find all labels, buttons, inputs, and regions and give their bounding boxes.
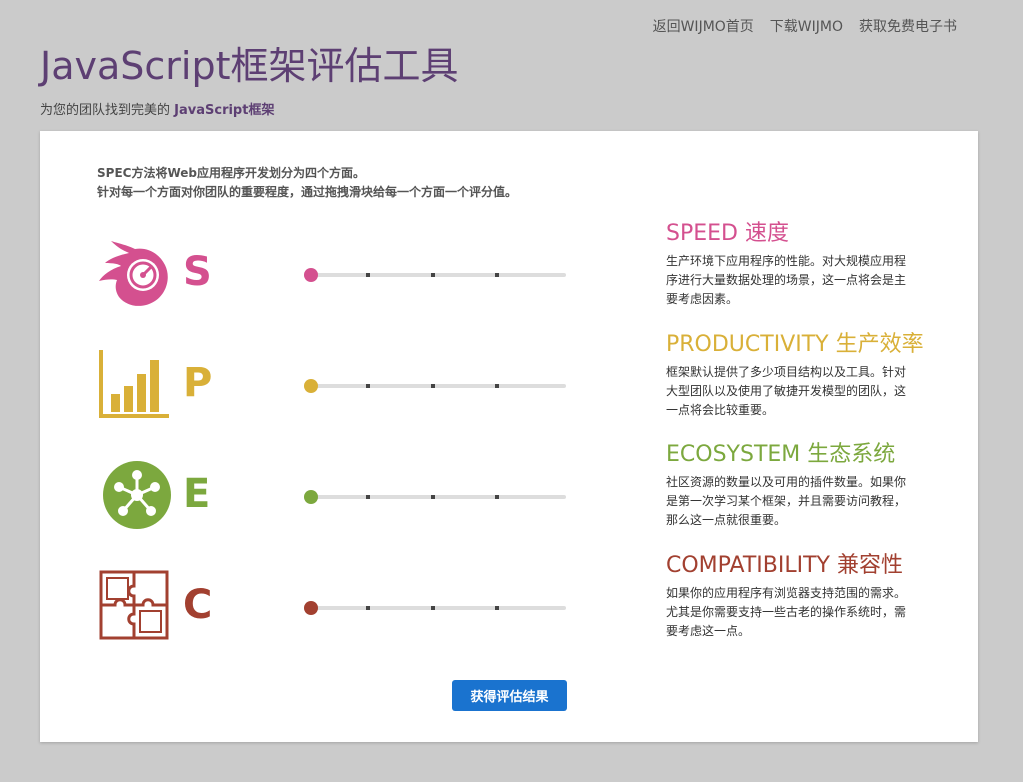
slider-handle[interactable] bbox=[304, 601, 318, 615]
aspect-text-compatibility: 如果你的应用程序有浏览器支持范围的需求。尤其是你需要支持一些古老的操作系统时，需… bbox=[666, 586, 907, 638]
home-link[interactable]: 返回WIJMO首页 bbox=[653, 16, 754, 36]
download-link[interactable]: 下载WIJMO bbox=[770, 16, 843, 36]
page-subtitle: 为您的团队找到完美的 JavaScript框架 bbox=[40, 99, 274, 118]
aspect-title-compatibility: COMPATIBILITY 兼容性 bbox=[666, 553, 903, 578]
aspect-text-ecosystem: 社区资源的数量以及可用的插件数量。如果你是第一次学习某个框架，并且需要访问教程，… bbox=[666, 475, 907, 527]
aspect-title-productivity: PRODUCTIVITY 生产效率 bbox=[666, 332, 924, 357]
top-navigation: 返回WIJMO首页 下载WIJMO 获取免费电子书 bbox=[653, 16, 957, 36]
slider-handle[interactable] bbox=[304, 379, 318, 393]
slider-tick bbox=[495, 384, 499, 388]
slider-tick bbox=[431, 384, 435, 388]
aspect-letter-productivity: P bbox=[183, 360, 213, 406]
get-results-button[interactable]: 获得评估结果 bbox=[452, 680, 567, 711]
slider-track bbox=[304, 606, 566, 610]
productivity-slider[interactable] bbox=[304, 379, 566, 393]
aspect-title-speed: SPEED 速度 bbox=[666, 221, 789, 246]
aspect-desc-compatibility: COMPATIBILITY 兼容性 如果你的应用程序有浏览器支持范围的需求。尤其… bbox=[666, 553, 926, 641]
aspect-text-productivity: 框架默认提供了多少项目结构以及工具。针对大型团队以及使用了敏捷开发模型的团队，这… bbox=[666, 365, 907, 417]
slider-tick bbox=[495, 495, 499, 499]
slider-tick bbox=[495, 606, 499, 610]
slider-handle[interactable] bbox=[304, 490, 318, 504]
speedometer-flame-icon bbox=[97, 233, 173, 313]
aspect-letter-ecosystem: E bbox=[183, 471, 211, 517]
intro-line-2: 针对每一个方面对你团队的重要程度，通过拖拽滑块给每一个方面一个评分值。 bbox=[97, 185, 518, 199]
evaluation-card: SPEC方法将Web应用程序开发划分为四个方面。 针对每一个方面对你团队的重要程… bbox=[40, 131, 978, 742]
speed-slider[interactable] bbox=[304, 268, 566, 282]
aspect-letter-compatibility: C bbox=[183, 582, 213, 628]
aspect-row-compatibility: C bbox=[97, 566, 577, 646]
bar-chart-icon bbox=[97, 344, 173, 424]
aspect-text-speed: 生产环境下应用程序的性能。对大规模应用程序进行大量数据处理的场景，这一点将会是主… bbox=[666, 254, 907, 306]
aspect-row-productivity: P bbox=[97, 344, 577, 424]
subtitle-bold: JavaScript框架 bbox=[174, 103, 275, 118]
slider-track bbox=[304, 384, 566, 388]
ebook-link[interactable]: 获取免费电子书 bbox=[859, 16, 957, 36]
page-title: JavaScript框架评估工具 bbox=[40, 44, 459, 88]
network-nodes-icon bbox=[97, 455, 173, 535]
slider-tick bbox=[431, 495, 435, 499]
compatibility-slider[interactable] bbox=[304, 601, 566, 615]
aspect-letter-speed: S bbox=[183, 249, 212, 295]
aspect-desc-productivity: PRODUCTIVITY 生产效率 框架默认提供了多少项目结构以及工具。针对大型… bbox=[666, 332, 926, 420]
slider-tick bbox=[431, 273, 435, 277]
slider-tick bbox=[366, 495, 370, 499]
aspect-row-speed: S bbox=[97, 233, 577, 313]
subtitle-prefix: 为您的团队找到完美的 bbox=[40, 103, 175, 118]
puzzle-icon bbox=[97, 566, 173, 646]
slider-tick bbox=[366, 273, 370, 277]
aspect-desc-speed: SPEED 速度 生产环境下应用程序的性能。对大规模应用程序进行大量数据处理的场… bbox=[666, 221, 926, 309]
slider-tick bbox=[431, 606, 435, 610]
slider-handle[interactable] bbox=[304, 268, 318, 282]
aspect-desc-ecosystem: ECOSYSTEM 生态系统 社区资源的数量以及可用的插件数量。如果你是第一次学… bbox=[666, 442, 926, 530]
ecosystem-slider[interactable] bbox=[304, 490, 566, 504]
slider-track bbox=[304, 495, 566, 499]
intro-text: SPEC方法将Web应用程序开发划分为四个方面。 针对每一个方面对你团队的重要程… bbox=[97, 164, 517, 202]
intro-line-1: SPEC方法将Web应用程序开发划分为四个方面。 bbox=[97, 166, 365, 180]
aspect-title-ecosystem: ECOSYSTEM 生态系统 bbox=[666, 442, 896, 467]
aspect-row-ecosystem: E bbox=[97, 455, 577, 535]
slider-tick bbox=[366, 384, 370, 388]
slider-tick bbox=[495, 273, 499, 277]
slider-track bbox=[304, 273, 566, 277]
slider-tick bbox=[366, 606, 370, 610]
